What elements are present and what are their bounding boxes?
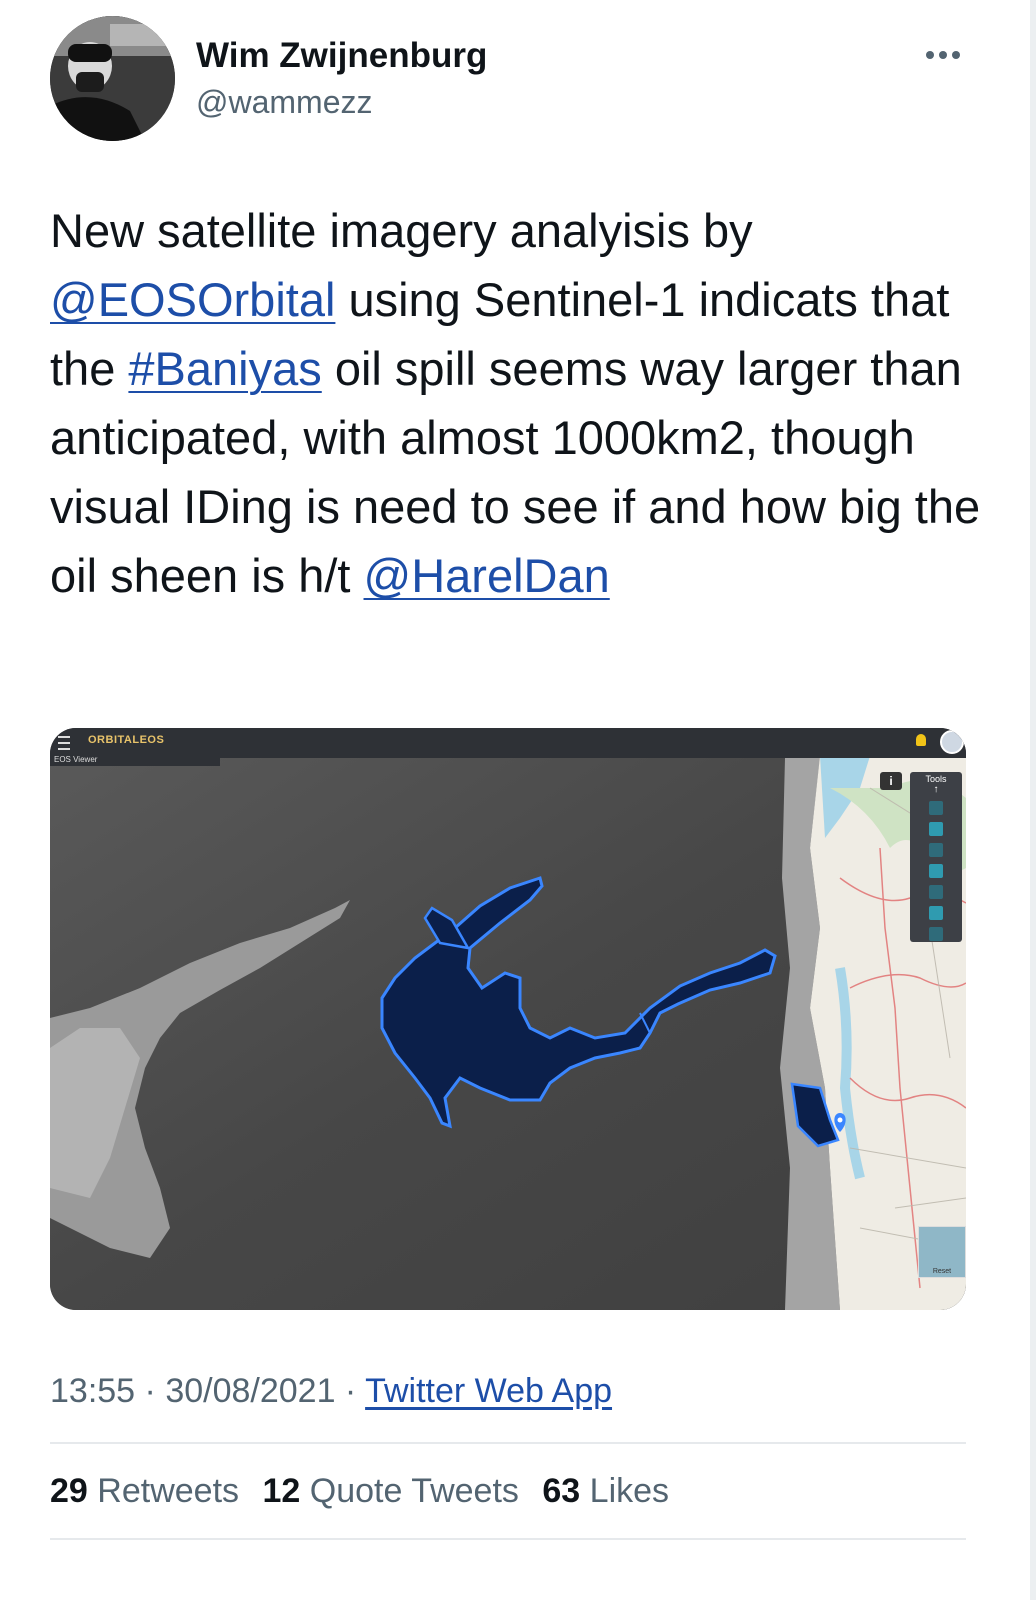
tweet-text-part: New satellite imagery analyisis by [50,204,753,257]
time[interactable]: 13:55 [50,1372,135,1410]
author-handle[interactable]: @wammezz [196,84,373,121]
target-icon[interactable] [929,864,943,878]
file-icon[interactable] [929,927,943,941]
satellite-map [50,728,966,1310]
avatar-photo [50,16,175,141]
info-icon[interactable]: i [880,772,902,790]
bag-icon[interactable] [929,885,943,899]
menu-icon[interactable] [58,736,70,750]
download-icon[interactable] [929,906,943,920]
viewer-label: EOS Viewer [54,755,98,764]
retweets-stat[interactable]: 29 Retweets [50,1472,239,1510]
separator: · [335,1372,366,1410]
tools-panel: Tools ↑ [910,772,962,942]
more-options-button[interactable] [918,40,968,70]
lock-icon[interactable] [929,801,943,815]
alert-icon[interactable] [929,822,943,836]
tweet-timestamp: 13:55 · 30/08/2021 · Twitter Web App [50,1372,612,1411]
mention-link[interactable]: @HarelDan [364,549,610,602]
hashtag-link[interactable]: #Baniyas [128,342,321,395]
reset-label: Reset [932,1268,952,1275]
tools-label: Tools [925,774,947,784]
divider [50,1538,966,1540]
likes-stat[interactable]: 63 Likes [542,1472,669,1510]
mention-link[interactable]: @EOSOrbital [50,273,335,326]
tweet-text: New satellite imagery analyisis by @EOSO… [50,196,990,610]
divider [50,1442,966,1444]
separator: · [135,1372,166,1410]
tweet-media-image[interactable]: ORBITALEOS EOS Viewer i Tools ↑ Reset [50,728,966,1310]
tweet-stats: 29 Retweets 12 Quote Tweets 63 Likes [50,1472,683,1511]
arrow-up-icon[interactable]: ↑ [910,784,962,795]
scrollbar[interactable] [1030,0,1036,1600]
date[interactable]: 30/08/2021 [165,1372,335,1410]
app-logo[interactable]: ORBITALEOS [88,734,164,746]
globe-icon[interactable] [940,730,964,754]
bell-icon[interactable] [916,734,926,746]
author-name[interactable]: Wim Zwijnenburg [196,36,487,76]
source-link[interactable]: Twitter Web App [365,1372,612,1410]
minimap-thumbnail[interactable]: Reset [918,1226,966,1278]
layers-icon[interactable] [929,843,943,857]
more-icon [926,51,960,59]
quote-tweets-stat[interactable]: 12 Quote Tweets [262,1472,518,1510]
avatar[interactable] [50,16,175,141]
